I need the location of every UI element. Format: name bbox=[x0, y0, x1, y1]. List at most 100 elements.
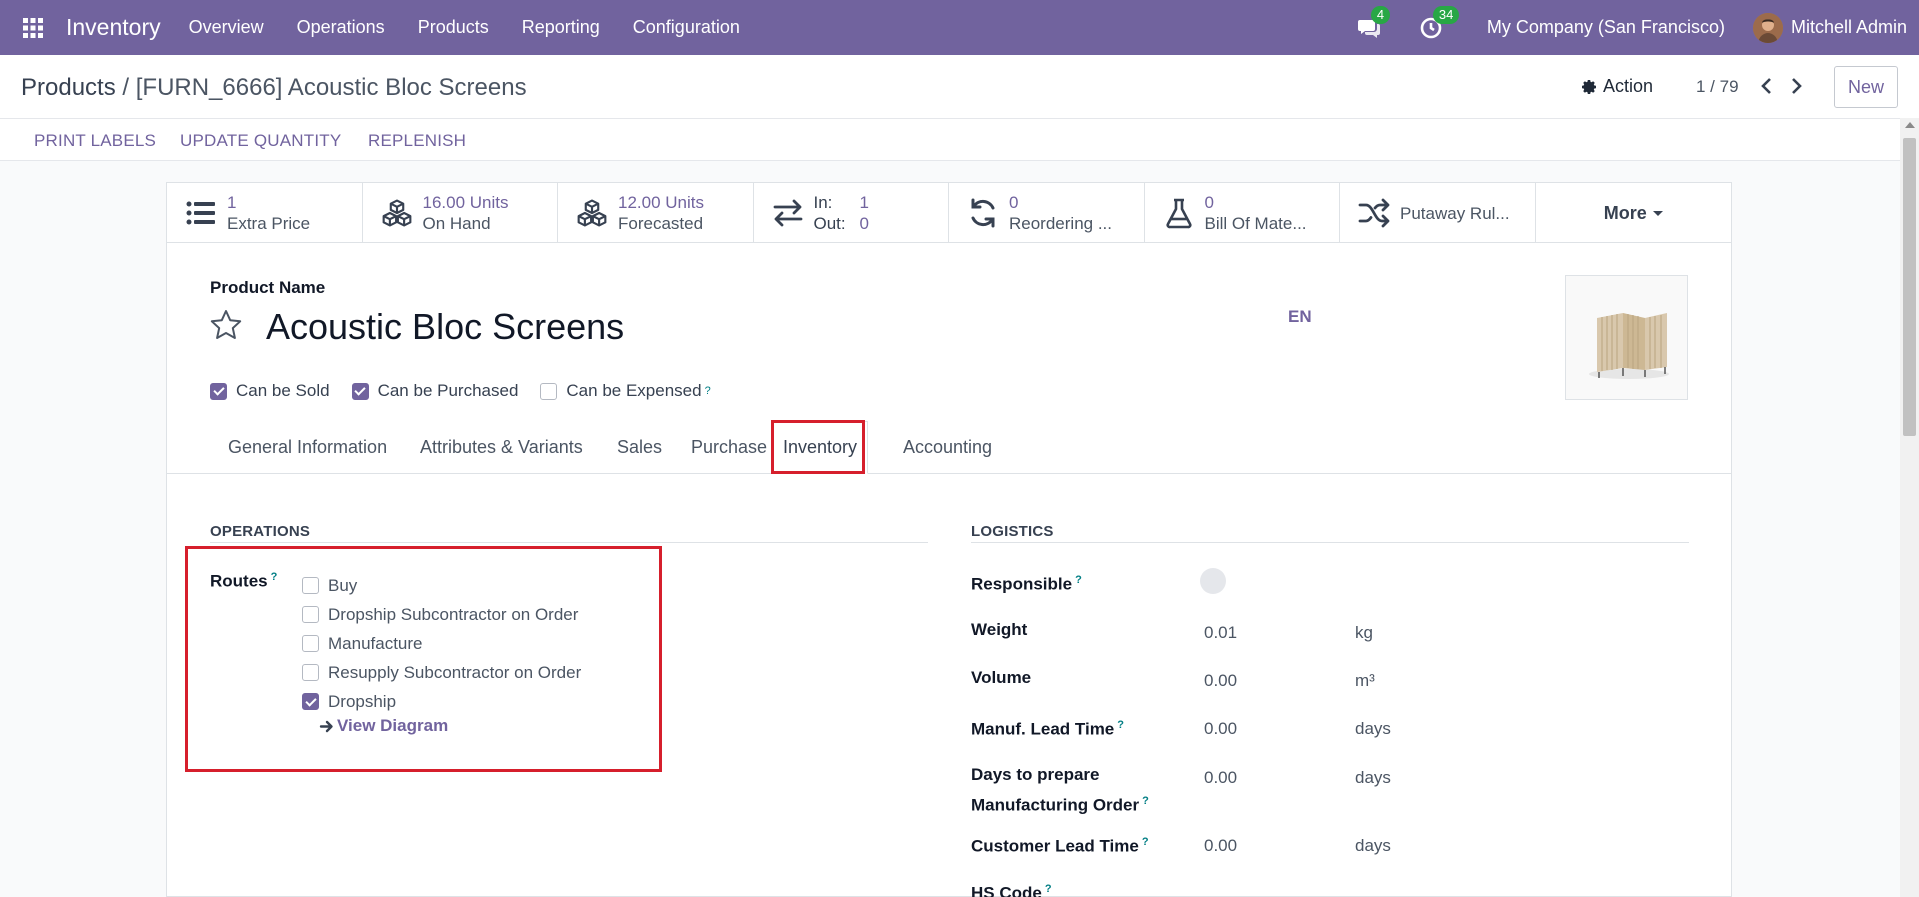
scroll-up-arrow[interactable] bbox=[1905, 122, 1915, 128]
gear-icon bbox=[1582, 79, 1596, 94]
hs-code-text: HS Code bbox=[971, 883, 1042, 897]
forecasted-button[interactable]: 12.00 Units Forecasted bbox=[558, 183, 754, 243]
reordering-value: 0 bbox=[1009, 193, 1019, 212]
can-be-purchased-checkbox[interactable]: Can be Purchased bbox=[351, 381, 519, 401]
tab-purchase[interactable]: Purchase bbox=[691, 437, 767, 458]
tab-general-information[interactable]: General Information bbox=[228, 437, 387, 458]
extra-price-label: Extra Price bbox=[227, 214, 311, 233]
scroll-thumb[interactable] bbox=[1903, 138, 1916, 436]
out-value: 0 bbox=[859, 214, 869, 233]
navbar-systray: 4 34 My Company (San Francisco) Mitchell… bbox=[1355, 0, 1919, 55]
form-tabs: General Information Attributes & Variant… bbox=[167, 420, 1731, 474]
putaway-rules-button[interactable]: Putaway Rul... bbox=[1340, 183, 1536, 243]
smart-buttons: 1 Extra Price 16.00 Units On Hand 12.00 … bbox=[167, 183, 1731, 243]
can-be-sold-checkbox[interactable]: Can be Sold bbox=[210, 381, 330, 401]
caret-down-icon bbox=[1652, 210, 1663, 216]
can-be-purchased-label: Can be Purchased bbox=[377, 381, 519, 400]
manuf-lead-time-text: Manuf. Lead Time bbox=[971, 719, 1115, 739]
breadcrumb-products-link[interactable]: Products bbox=[21, 74, 116, 101]
customer-lead-time-input[interactable]: 0.00 bbox=[1204, 836, 1237, 856]
user-menu[interactable]: Mitchell Admin bbox=[1791, 17, 1907, 38]
help-tooltip-icon[interactable]: ? bbox=[1045, 883, 1052, 895]
can-be-expensed-label: Can be Expensed bbox=[566, 381, 702, 400]
on-hand-label: On Hand bbox=[422, 214, 491, 233]
menu-products[interactable]: Products bbox=[418, 17, 489, 38]
checkbox-checked[interactable] bbox=[351, 382, 369, 400]
help-tooltip-icon[interactable]: ? bbox=[1075, 574, 1082, 586]
refresh-icon bbox=[971, 198, 995, 228]
action-button[interactable]: Action bbox=[1582, 76, 1653, 97]
top-navbar: Inventory Overview Operations Products R… bbox=[0, 0, 1919, 55]
days-to-prepare-unit: days bbox=[1355, 768, 1391, 787]
logistics-divider bbox=[971, 542, 1689, 543]
company-switcher[interactable]: My Company (San Francisco) bbox=[1487, 17, 1725, 38]
on-hand-button[interactable]: 16.00 Units On Hand bbox=[363, 183, 558, 243]
menu-operations[interactable]: Operations bbox=[297, 17, 385, 38]
customer-lead-time-unit: days bbox=[1355, 836, 1391, 855]
cubes-icon bbox=[577, 199, 607, 227]
product-name-input[interactable]: Acoustic Bloc Screens bbox=[266, 306, 624, 348]
help-tooltip-icon[interactable]: ? bbox=[1142, 836, 1149, 848]
pager-value[interactable]: 1 / 79 bbox=[1696, 77, 1739, 97]
more-label: More bbox=[1603, 202, 1647, 223]
extra-price-button[interactable]: 1 Extra Price bbox=[167, 183, 363, 243]
chevron-left-icon[interactable] bbox=[1757, 76, 1777, 96]
product-flags: Can be Sold Can be Purchased Can be Expe… bbox=[210, 381, 733, 401]
help-tooltip-icon[interactable]: ? bbox=[1142, 795, 1149, 807]
volume-input[interactable]: 0.00 bbox=[1204, 671, 1237, 691]
breadcrumb-current: [FURN_6666] Acoustic Bloc Screens bbox=[135, 74, 527, 101]
forecasted-label: Forecasted bbox=[618, 214, 704, 233]
messages-icon[interactable]: 4 bbox=[1355, 5, 1391, 42]
main-menu: Overview Operations Products Reporting C… bbox=[189, 17, 773, 38]
product-image[interactable] bbox=[1565, 275, 1688, 400]
manuf-lead-time-label: Manuf. Lead Time? bbox=[971, 712, 1124, 743]
user-avatar[interactable] bbox=[1752, 12, 1783, 43]
help-tooltip-icon[interactable]: ? bbox=[1117, 719, 1124, 731]
menu-reporting[interactable]: Reporting bbox=[522, 17, 600, 38]
volume-label: Volume bbox=[971, 668, 1032, 687]
checkbox-checked[interactable] bbox=[210, 382, 227, 400]
days-to-prepare-label: Days to prepare Manufacturing Order? bbox=[971, 761, 1149, 819]
hs-code-label: HS Code? bbox=[971, 876, 1052, 897]
customer-lead-time-label: Customer Lead Time? bbox=[971, 829, 1149, 860]
more-dropdown[interactable]: More bbox=[1536, 183, 1731, 243]
menu-overview[interactable]: Overview bbox=[189, 17, 264, 38]
new-button[interactable]: New bbox=[1834, 66, 1898, 108]
inventory-tab-highlight bbox=[771, 420, 865, 474]
days-to-prepare-input[interactable]: 0.00 bbox=[1204, 768, 1237, 788]
can-be-expensed-checkbox[interactable]: Can be Expensed? bbox=[540, 381, 711, 401]
apps-grid-icon[interactable] bbox=[0, 0, 66, 55]
tab-attributes-variants[interactable]: Attributes & Variants bbox=[420, 437, 583, 458]
tab-accounting[interactable]: Accounting bbox=[903, 437, 992, 458]
print-labels-button[interactable]: PRINT LABELS bbox=[34, 131, 156, 151]
page-scrollbar[interactable] bbox=[1900, 118, 1919, 897]
responsible-avatar[interactable] bbox=[1200, 568, 1226, 594]
breadcrumb: Products / [FURN_6666] Acoustic Bloc Scr… bbox=[21, 74, 527, 102]
activities-clock-icon[interactable]: 34 bbox=[1417, 5, 1460, 42]
reordering-button[interactable]: 0 Reordering ... bbox=[949, 183, 1145, 243]
operations-section-title: OPERATIONS bbox=[210, 523, 311, 540]
update-quantity-button[interactable]: UPDATE QUANTITY bbox=[180, 131, 341, 151]
weight-input[interactable]: 0.01 bbox=[1204, 623, 1237, 643]
language-button[interactable]: EN bbox=[1288, 307, 1312, 327]
tab-sales[interactable]: Sales bbox=[617, 437, 662, 458]
weight-label: Weight bbox=[971, 620, 1028, 639]
replenish-button[interactable]: REPLENISH bbox=[368, 131, 466, 151]
in-out-button[interactable]: In: 1 Out: 0 bbox=[754, 183, 949, 243]
help-tooltip-icon[interactable]: ? bbox=[705, 385, 711, 397]
chevron-right-icon[interactable] bbox=[1786, 76, 1806, 96]
extra-price-value: 1 bbox=[227, 193, 237, 212]
app-brand[interactable]: Inventory bbox=[66, 14, 161, 41]
bill-of-materials-button[interactable]: 0 Bill Of Mate... bbox=[1145, 183, 1340, 243]
star-icon[interactable] bbox=[209, 308, 243, 342]
responsible-label: Responsible? bbox=[971, 567, 1082, 598]
days-to-prepare-line1: Days to prepare bbox=[971, 765, 1100, 784]
flask-icon bbox=[1165, 198, 1192, 229]
days-to-prepare-line2: Manufacturing Order bbox=[971, 795, 1140, 815]
menu-configuration[interactable]: Configuration bbox=[633, 17, 740, 38]
manuf-lead-time-input[interactable]: 0.00 bbox=[1204, 719, 1237, 739]
shuffle-icon bbox=[1358, 198, 1390, 228]
checkbox-unchecked[interactable] bbox=[540, 382, 558, 400]
on-hand-value: 16.00 Units bbox=[422, 193, 509, 212]
messages-badge: 4 bbox=[1370, 5, 1391, 24]
